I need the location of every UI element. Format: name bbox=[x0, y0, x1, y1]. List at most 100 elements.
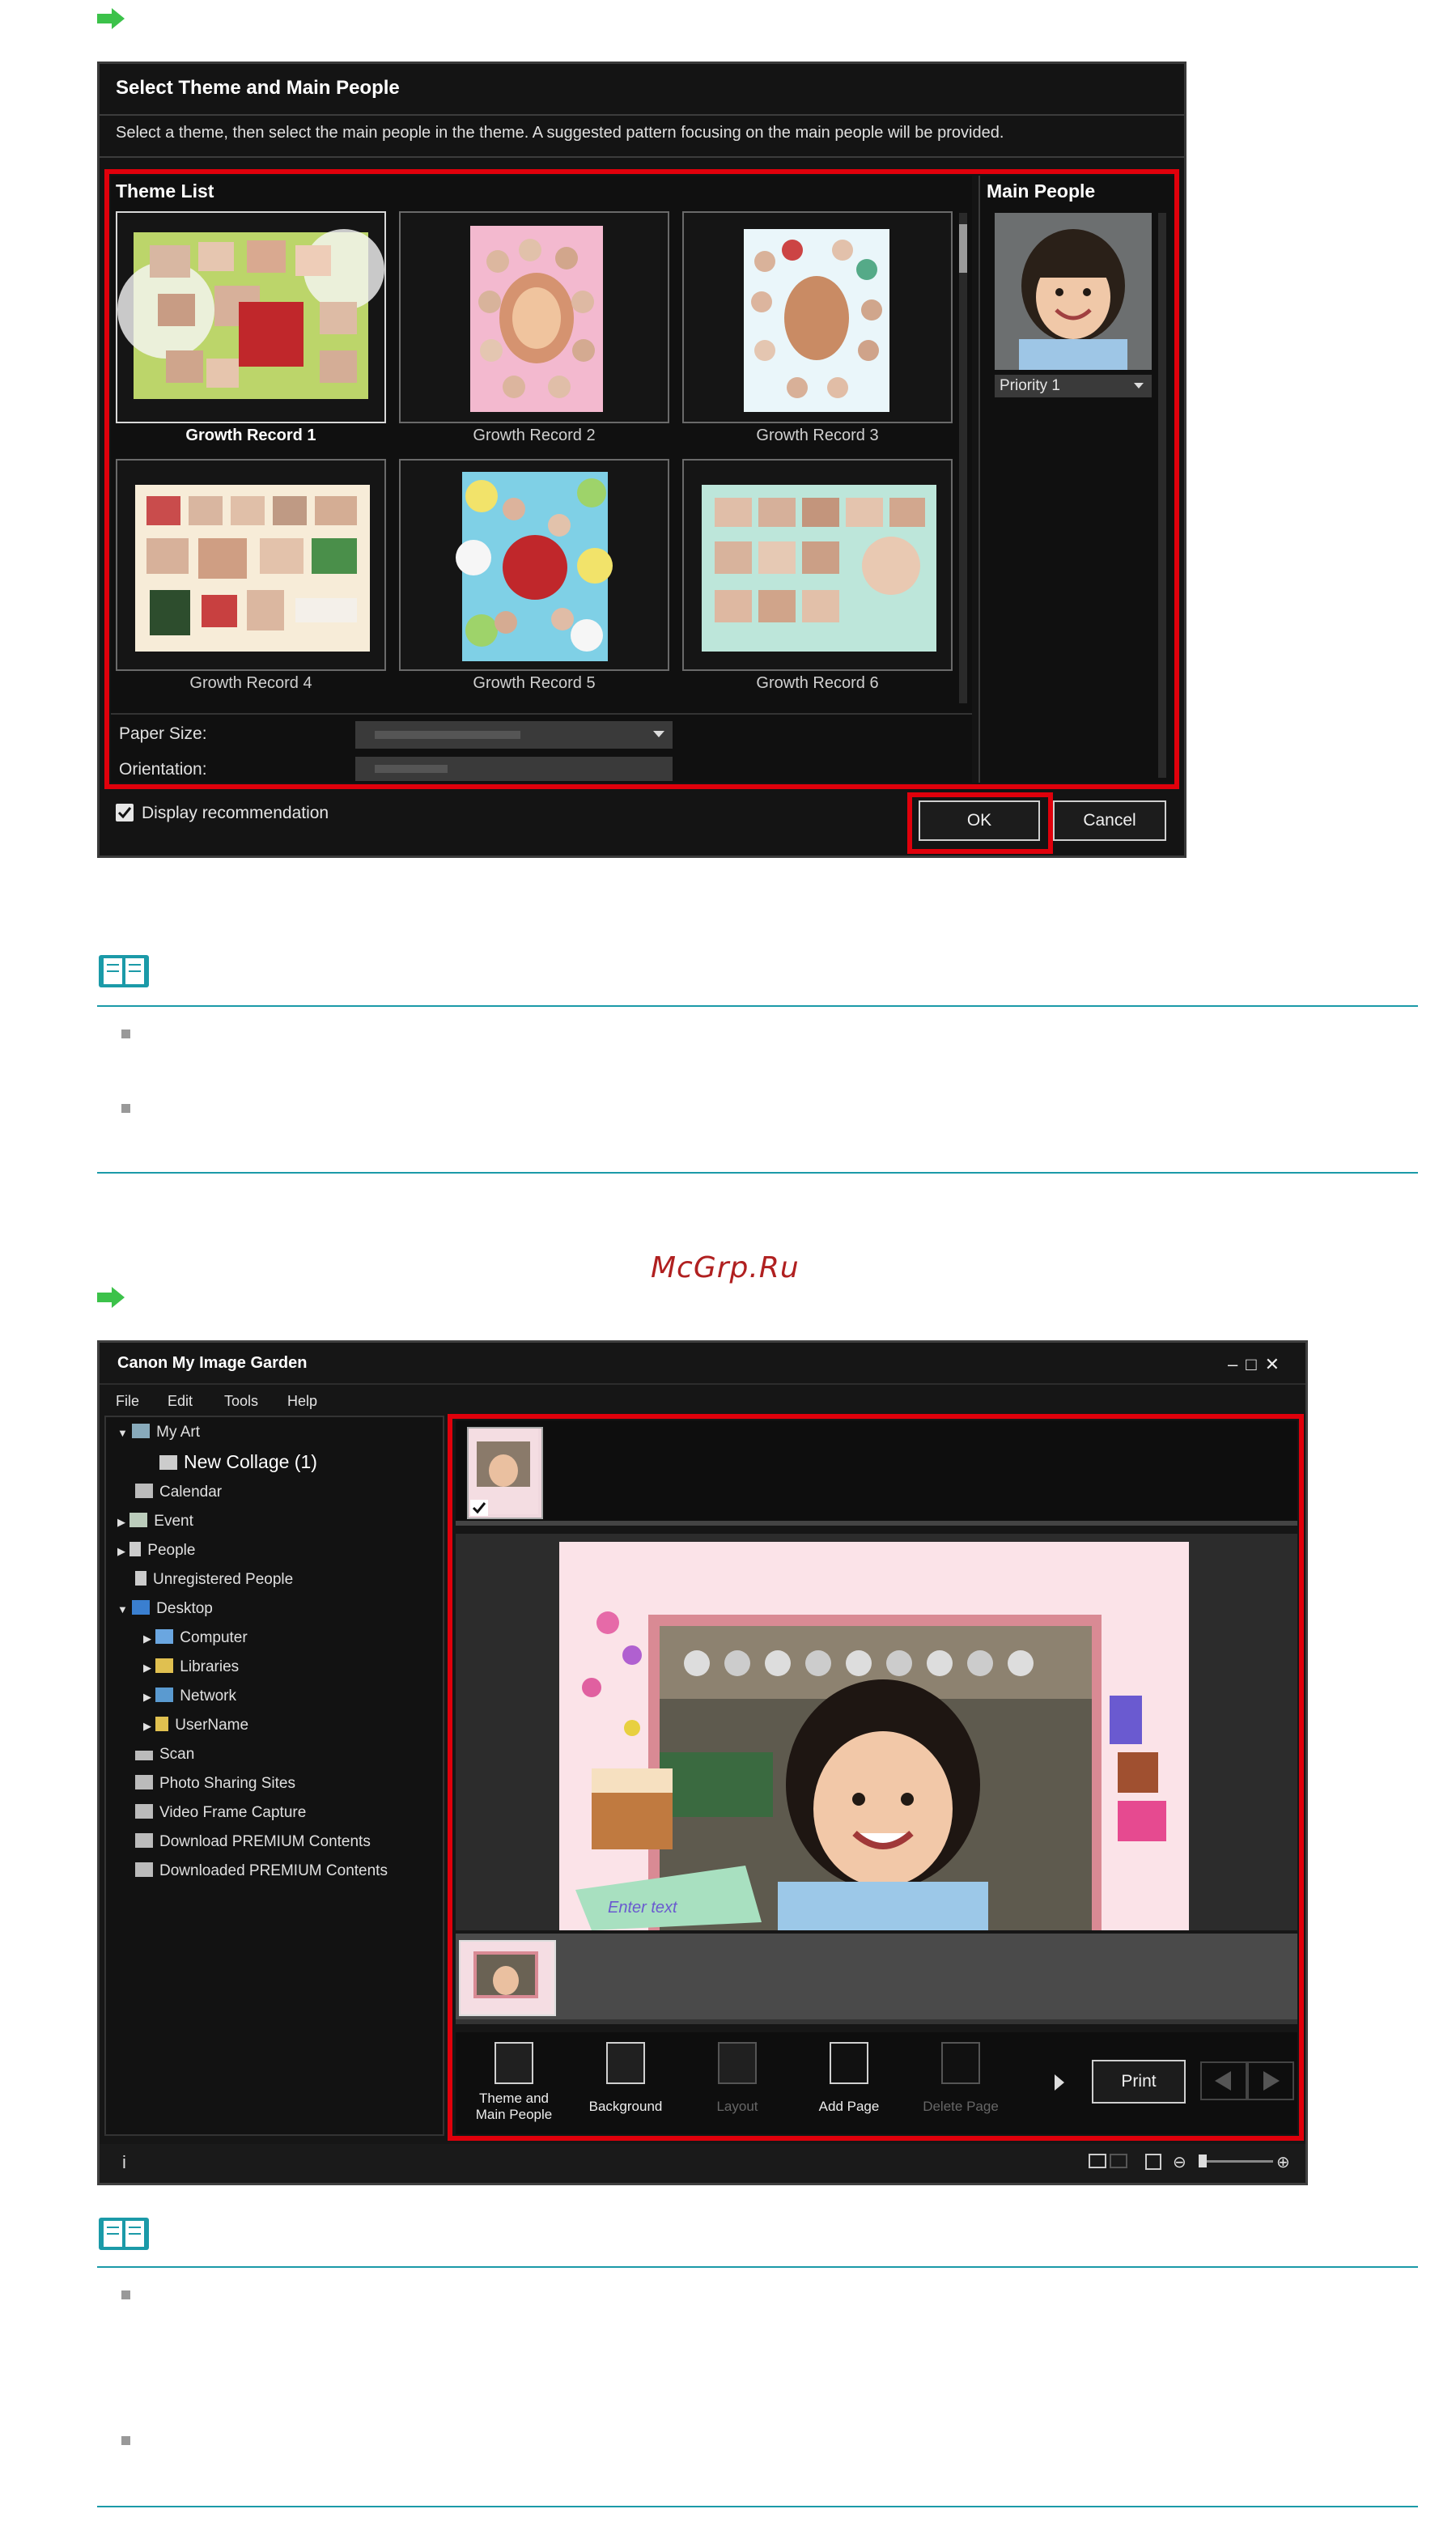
add-page-icon bbox=[830, 2042, 868, 2084]
layout-button[interactable]: Layout bbox=[689, 2040, 786, 2131]
main-people-panel: Main People Priority 1 bbox=[978, 176, 1174, 783]
photo-sharing-icon bbox=[135, 1775, 153, 1789]
view-mode-icon[interactable] bbox=[1089, 2154, 1106, 2168]
tree-item-network[interactable]: ▶ Network bbox=[143, 1688, 236, 1705]
theme-label: Growth Record 4 bbox=[189, 674, 312, 692]
theme-thumb-growth-record-4[interactable] bbox=[116, 459, 386, 671]
menu-help[interactable]: Help bbox=[287, 1393, 317, 1410]
tree-item-video-frame-capture[interactable]: Video Frame Capture bbox=[135, 1804, 306, 1822]
cancel-button[interactable]: Cancel bbox=[1053, 800, 1166, 841]
chevron-right-icon[interactable]: ▶ bbox=[117, 1545, 125, 1557]
main-person-photo[interactable] bbox=[995, 213, 1152, 370]
main-people-title: Main People bbox=[987, 180, 1096, 202]
ok-button[interactable]: OK bbox=[919, 800, 1040, 841]
view-mode-alt-icon[interactable] bbox=[1110, 2154, 1127, 2168]
paper-size-select[interactable] bbox=[355, 721, 673, 749]
theme-label: Growth Record 1 bbox=[185, 427, 316, 444]
theme-thumb-growth-record-3[interactable] bbox=[682, 211, 953, 423]
zoom-in-icon[interactable]: ⊕ bbox=[1276, 2152, 1290, 2172]
priority-value: Priority 1 bbox=[1000, 377, 1060, 394]
divider bbox=[100, 156, 1184, 158]
dialog-description: Select a theme, then select the main peo… bbox=[116, 124, 1004, 142]
chevron-right-icon[interactable]: ▶ bbox=[117, 1516, 125, 1528]
theme-label: Growth Record 6 bbox=[756, 674, 879, 692]
prev-page-button[interactable] bbox=[1200, 2061, 1247, 2100]
person-icon bbox=[135, 1571, 146, 1586]
background-button[interactable]: Background bbox=[577, 2040, 674, 2131]
tree-item-event[interactable]: ▶ Event bbox=[117, 1513, 193, 1530]
chevron-right-icon[interactable]: ▶ bbox=[143, 1632, 151, 1645]
theme-preview-image bbox=[744, 229, 889, 412]
chevron-right-icon[interactable] bbox=[1055, 2074, 1064, 2091]
tree-item-libraries[interactable]: ▶ Libraries bbox=[143, 1658, 239, 1676]
tree-item-my-art[interactable]: ▼ My Art bbox=[117, 1424, 200, 1441]
divider bbox=[100, 1383, 1305, 1385]
theme-people-icon bbox=[495, 2042, 533, 2084]
print-button[interactable]: Print bbox=[1092, 2060, 1186, 2104]
fit-page-icon[interactable] bbox=[1145, 2154, 1161, 2170]
chevron-down-icon[interactable]: ▼ bbox=[117, 1603, 128, 1615]
next-page-button[interactable] bbox=[1247, 2061, 1294, 2100]
canvas-text-box[interactable]: Enter text bbox=[608, 1899, 678, 1917]
chevron-down-icon[interactable]: ▼ bbox=[117, 1427, 128, 1439]
scan-icon bbox=[135, 1751, 153, 1760]
delete-page-button[interactable]: Delete Page bbox=[912, 2040, 1009, 2131]
display-recommendation-checkbox[interactable] bbox=[116, 804, 134, 821]
tree-item-calendar[interactable]: Calendar bbox=[135, 1484, 222, 1501]
tree-item-download-premium[interactable]: Download PREMIUM Contents bbox=[135, 1833, 371, 1851]
chevron-down-icon bbox=[653, 731, 664, 737]
theme-thumb-growth-record-5[interactable] bbox=[399, 459, 669, 671]
theme-thumb-growth-record-6[interactable] bbox=[682, 459, 953, 671]
menu-tools[interactable]: Tools bbox=[224, 1393, 258, 1410]
note-bottom-rule bbox=[97, 2506, 1418, 2507]
network-icon bbox=[155, 1688, 174, 1702]
page-thumbnail[interactable] bbox=[467, 1427, 543, 1519]
video-capture-icon bbox=[135, 1804, 153, 1819]
tree-item-username[interactable]: ▶ UserName bbox=[143, 1717, 248, 1734]
toolbar-label: Background bbox=[588, 2099, 663, 2114]
zoom-out-icon[interactable]: ⊖ bbox=[1173, 2152, 1186, 2172]
chevron-down-icon bbox=[1134, 383, 1144, 388]
tree-item-downloaded-premium[interactable]: Downloaded PREMIUM Contents bbox=[135, 1862, 388, 1880]
tree-item-desktop[interactable]: ▼ Desktop bbox=[117, 1600, 213, 1618]
theme-list-scrollbar[interactable] bbox=[959, 213, 967, 703]
menu-edit[interactable]: Edit bbox=[168, 1393, 193, 1410]
scrollbar-thumb[interactable] bbox=[959, 224, 967, 273]
priority-select[interactable]: Priority 1 bbox=[995, 375, 1152, 397]
zoom-slider-handle[interactable] bbox=[1199, 2155, 1207, 2167]
main-people-scrollbar[interactable] bbox=[1158, 213, 1166, 778]
theme-list-title: Theme List bbox=[116, 180, 214, 202]
collage-page[interactable]: Enter text bbox=[559, 1542, 1189, 1930]
chevron-right-icon[interactable]: ▶ bbox=[143, 1720, 151, 1732]
desktop-icon bbox=[132, 1600, 151, 1615]
tree-item-photo-sharing-sites[interactable]: Photo Sharing Sites bbox=[135, 1775, 295, 1793]
menu-file[interactable]: File bbox=[116, 1393, 139, 1410]
layout-thumbnail[interactable] bbox=[459, 1940, 556, 2016]
close-icon[interactable]: ✕ bbox=[1265, 1354, 1288, 1374]
add-page-button[interactable]: Add Page bbox=[800, 2040, 898, 2131]
tree-item-unregistered-people[interactable]: Unregistered People bbox=[135, 1571, 293, 1589]
layout-scrollbar[interactable] bbox=[456, 2019, 1297, 2024]
tree-item-people[interactable]: ▶ People bbox=[117, 1542, 195, 1560]
theme-main-people-button[interactable]: Theme and Main People bbox=[465, 2040, 562, 2131]
strip-scrollbar[interactable] bbox=[456, 1521, 1297, 1526]
theme-thumb-growth-record-1[interactable] bbox=[116, 211, 386, 423]
info-icon[interactable]: i bbox=[122, 2152, 126, 2173]
folder-icon bbox=[135, 1862, 153, 1877]
chevron-right-icon[interactable]: ▶ bbox=[143, 1691, 151, 1703]
tree-item-new-collage[interactable]: New Collage (1) bbox=[159, 1451, 317, 1473]
orientation-select[interactable] bbox=[355, 757, 673, 781]
checkmark-icon bbox=[470, 1500, 488, 1516]
user-folder-icon bbox=[155, 1717, 169, 1731]
divider bbox=[111, 713, 972, 715]
zoom-slider[interactable] bbox=[1199, 2155, 1273, 2167]
theme-preview-image bbox=[117, 229, 384, 399]
theme-thumb-growth-record-2[interactable] bbox=[399, 211, 669, 423]
tree-item-scan[interactable]: Scan bbox=[135, 1746, 194, 1764]
paper-size-label: Paper Size: bbox=[119, 724, 207, 743]
maximize-icon[interactable]: □ bbox=[1246, 1354, 1264, 1374]
minimize-icon[interactable]: – bbox=[1228, 1354, 1246, 1374]
chevron-right-icon[interactable]: ▶ bbox=[143, 1662, 151, 1674]
next-step-arrow-icon bbox=[97, 8, 125, 29]
tree-item-computer[interactable]: ▶ Computer bbox=[143, 1629, 248, 1647]
